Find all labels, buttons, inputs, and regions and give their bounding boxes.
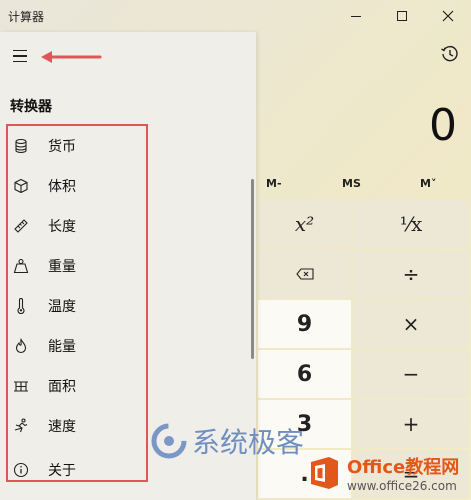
speed-icon (11, 416, 31, 436)
watermark-xitong: 系统极客 (150, 420, 304, 462)
minimize-icon (351, 15, 361, 17)
nav-item-label: 关于 (48, 463, 76, 479)
minimize-button[interactable] (333, 0, 379, 32)
volume-icon (11, 176, 31, 196)
digit-6-button[interactable]: 6 (258, 350, 351, 398)
backspace-icon (295, 268, 314, 280)
history-button[interactable] (440, 44, 460, 64)
area-icon (11, 376, 31, 396)
result-display: 0 (429, 100, 457, 151)
memory-list-button[interactable]: M˅ (420, 177, 436, 190)
memory-row: M- MS M˅ (256, 172, 471, 196)
title-bar: 计算器 (0, 0, 471, 32)
watermark-office-url: www.office26.com (347, 479, 457, 493)
backspace-button[interactable] (258, 250, 351, 298)
nav-item-label: 能量 (48, 339, 76, 355)
hamburger-icon (13, 49, 27, 52)
nav-item-label: 长度 (48, 219, 76, 235)
nav-item-currency[interactable]: 货币 (8, 126, 148, 166)
plus-button[interactable]: + (353, 400, 469, 448)
nav-scrollbar[interactable] (251, 179, 254, 359)
nav-item-label: 速度 (48, 419, 76, 435)
digit-9-button[interactable]: 9 (258, 300, 351, 348)
memory-minus-button[interactable]: M- (266, 177, 282, 190)
close-icon (442, 10, 454, 22)
nav-item-label: 面积 (48, 379, 76, 395)
nav-item-area[interactable]: 面积 (8, 366, 148, 406)
maximize-button[interactable] (379, 0, 425, 32)
app-title: 计算器 (8, 10, 45, 24)
temperature-icon (11, 296, 31, 316)
section-title-converters: 转换器 (10, 99, 52, 115)
nav-item-energy[interactable]: 能量 (8, 326, 148, 366)
close-button[interactable] (425, 0, 471, 32)
multiply-button[interactable]: × (353, 300, 469, 348)
watermark-office-title: Office教程网 (347, 457, 460, 478)
square-button[interactable]: x² (258, 200, 351, 248)
nav-item-label: 温度 (48, 299, 76, 315)
office-logo-icon (311, 457, 338, 489)
nav-item-volume[interactable]: 体积 (8, 166, 148, 206)
hamburger-menu-button[interactable] (4, 40, 36, 72)
info-icon (11, 460, 31, 480)
history-icon (441, 45, 458, 62)
maximize-icon (397, 11, 407, 21)
xitong-logo-icon (151, 423, 187, 459)
nav-item-weight[interactable]: 重量 (8, 246, 148, 286)
weight-icon (11, 256, 31, 276)
reciprocal-button[interactable]: ¹⁄x (353, 200, 469, 248)
nav-item-length[interactable]: 长度 (8, 206, 148, 246)
nav-item-about[interactable]: 关于 (8, 452, 148, 488)
nav-item-label: 重量 (48, 259, 76, 275)
length-icon (11, 216, 31, 236)
memory-store-button[interactable]: MS (342, 177, 361, 190)
nav-item-temperature[interactable]: 温度 (8, 286, 148, 326)
watermark-office: Office教程网 www.office26.com (305, 448, 459, 498)
nav-item-label: 体积 (48, 179, 76, 195)
nav-item-label: 货币 (48, 139, 76, 155)
nav-item-speed[interactable]: 速度 (8, 406, 148, 446)
watermark-xitong-text: 系统极客 (192, 426, 305, 459)
minus-button[interactable]: − (353, 350, 469, 398)
currency-icon (11, 136, 31, 156)
divide-button[interactable]: ÷ (353, 250, 469, 298)
annotation-arrow-icon (41, 51, 102, 63)
energy-icon (11, 336, 31, 356)
